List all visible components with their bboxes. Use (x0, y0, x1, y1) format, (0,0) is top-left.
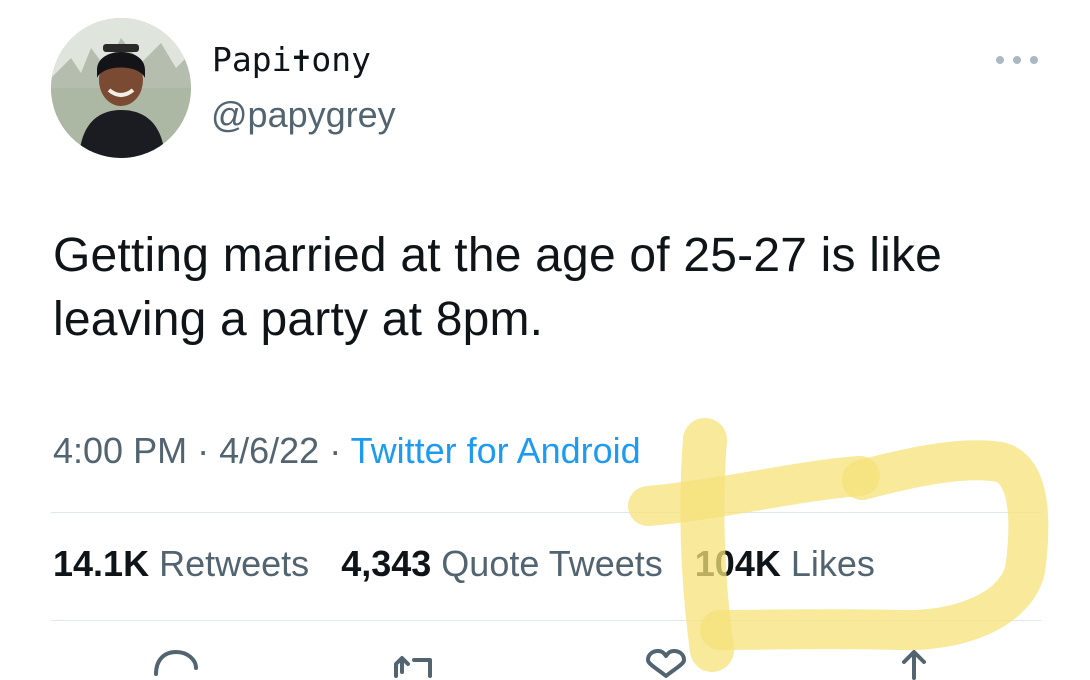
tweet-actions (0, 640, 1090, 680)
user-handle[interactable]: @papygrey (211, 94, 396, 136)
more-dot (1013, 56, 1021, 64)
quotes-label: Quote Tweets (441, 543, 663, 584)
like-icon (646, 649, 686, 678)
more-dot (996, 56, 1004, 64)
tweet-card: Papi✝ony @papygrey Getting married at th… (0, 0, 1090, 680)
tweet-stats: 14.1K Retweets 4,343 Quote Tweets 104K L… (53, 543, 897, 585)
like-button[interactable] (636, 640, 696, 680)
retweet-icon (394, 656, 432, 678)
tweet-source[interactable]: Twitter for Android (351, 430, 641, 471)
reply-button[interactable] (146, 640, 206, 680)
retweets-stat[interactable]: 14.1K Retweets (53, 543, 309, 584)
tweet-time[interactable]: 4:00 PM (53, 430, 187, 471)
retweets-label: Retweets (159, 543, 310, 584)
share-icon (902, 650, 926, 680)
likes-label: Likes (790, 543, 875, 584)
tweet-meta: 4:00 PM · 4/6/22 · Twitter for Android (53, 430, 641, 472)
retweets-count: 14.1K (53, 543, 150, 584)
tweet-text: Getting married at the age of 25-27 is l… (53, 229, 943, 346)
profile-photo-icon (51, 18, 191, 158)
meta-separator: · (329, 430, 342, 471)
tweet-date[interactable]: 4/6/22 (219, 430, 319, 471)
more-dot (1030, 56, 1038, 64)
reply-icon (154, 649, 198, 676)
retweet-button[interactable] (384, 640, 444, 680)
share-button[interactable] (884, 640, 944, 680)
likes-stat[interactable]: 104K Likes (695, 543, 875, 584)
avatar[interactable] (51, 18, 191, 158)
meta-separator: · (197, 430, 210, 471)
likes-count: 104K (694, 543, 781, 584)
divider (51, 620, 1041, 621)
display-name[interactable]: Papi✝ony (212, 40, 371, 79)
quotes-count: 4,343 (341, 543, 432, 584)
more-options-icon[interactable] (996, 50, 1038, 70)
divider (51, 512, 1041, 513)
quote-tweets-stat[interactable]: 4,343 Quote Tweets (341, 543, 663, 584)
